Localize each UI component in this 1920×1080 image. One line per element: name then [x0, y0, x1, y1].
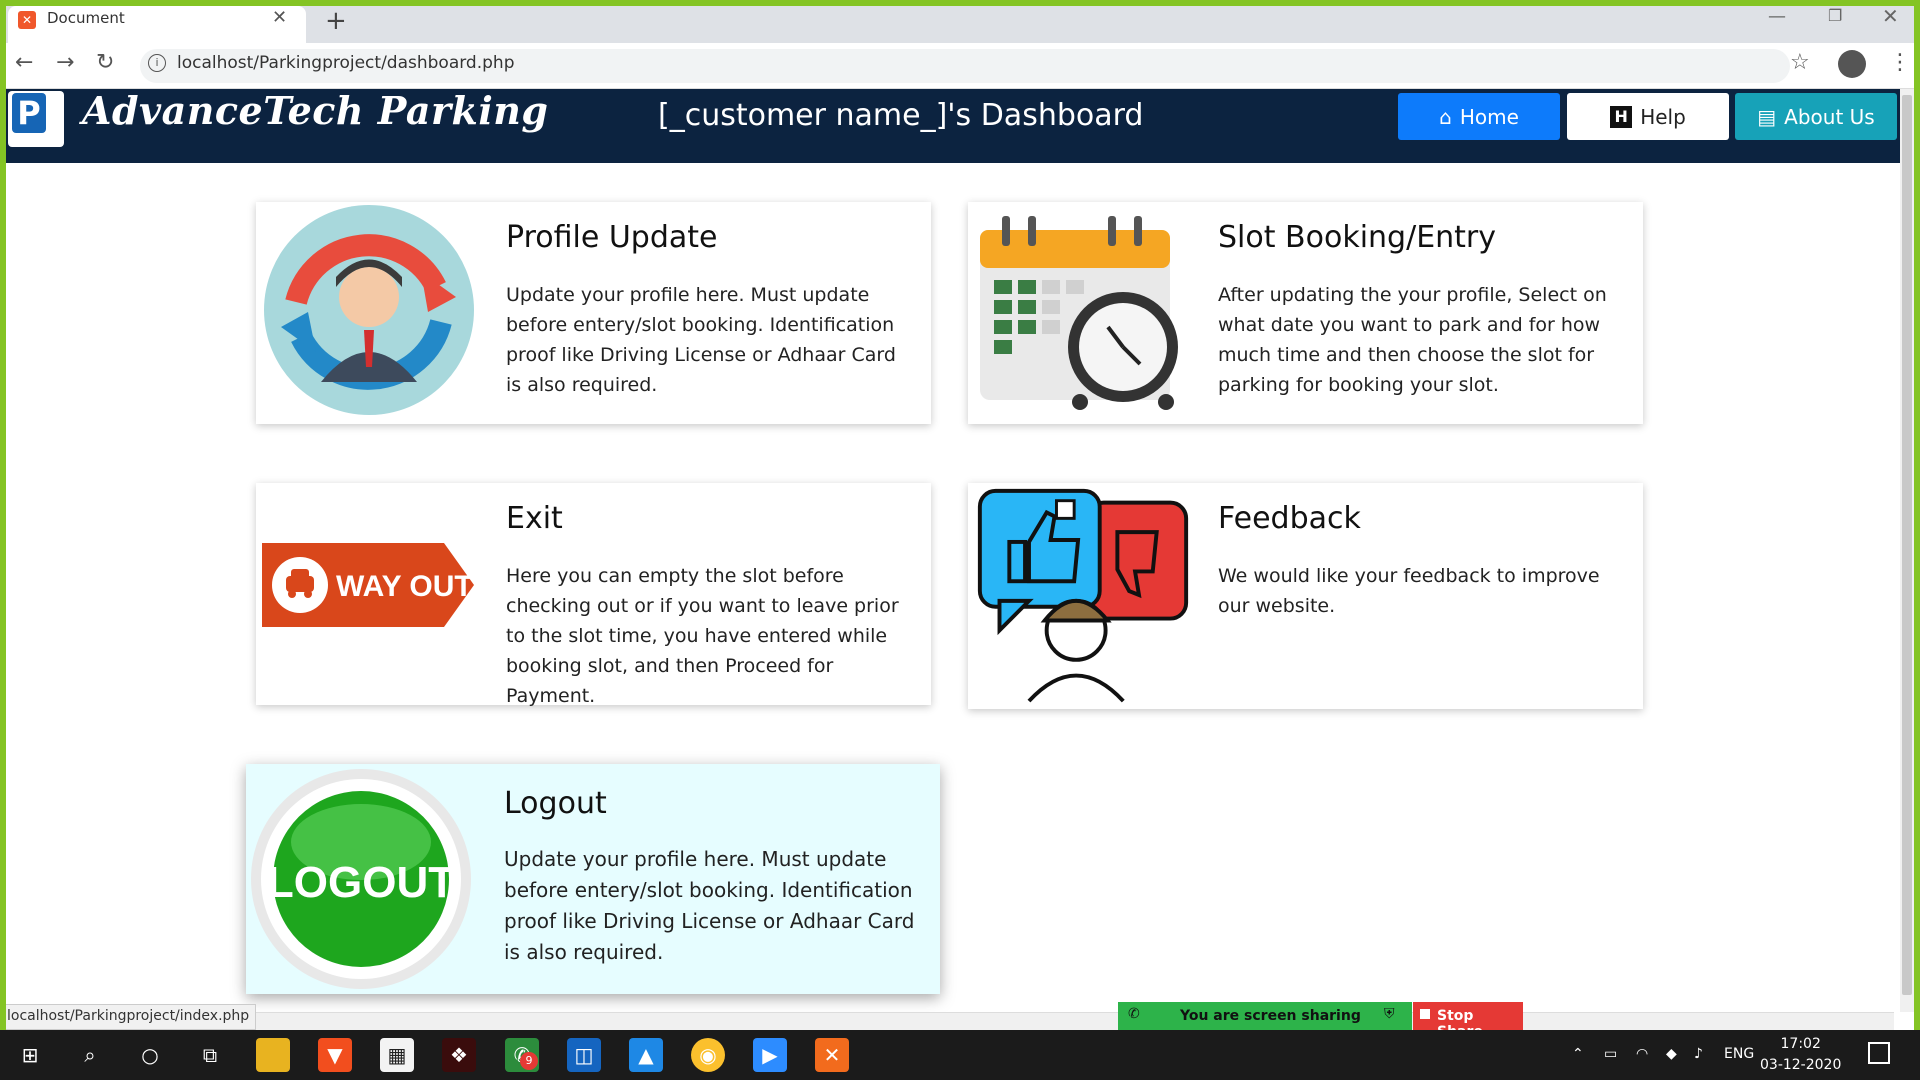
- horizontal-scrollbar[interactable]: [6, 1012, 1894, 1030]
- hyper-icon[interactable]: ◫: [567, 1038, 601, 1072]
- file-explorer-icon[interactable]: [256, 1038, 290, 1072]
- dropbox-icon[interactable]: ◆: [1666, 1046, 1677, 1062]
- profile-update-card[interactable]: Profile Update Update your profile here.…: [256, 202, 931, 424]
- home-icon: ⌂: [1439, 104, 1452, 129]
- menu-icon[interactable]: ⋮: [1889, 50, 1911, 75]
- slot-booking-card[interactable]: Slot Booking/Entry After updating the yo…: [968, 202, 1643, 424]
- card-title: Profile Update: [506, 220, 718, 255]
- profile-icon[interactable]: [1838, 50, 1866, 78]
- way-out-sign-image: WAY OUT: [262, 543, 474, 627]
- xampp-icon[interactable]: ✕: [815, 1038, 849, 1072]
- tab-close-icon[interactable]: ✕: [272, 7, 287, 28]
- new-tab-icon[interactable]: +: [325, 6, 347, 36]
- card-text: We would like your feedback to improve o…: [1218, 565, 1600, 617]
- minimize-icon[interactable]: —: [1768, 6, 1786, 27]
- volume-icon[interactable]: ♪: [1694, 1046, 1703, 1062]
- card-text: Update your profile here. Must update be…: [506, 284, 896, 396]
- system-clock[interactable]: 17:02 03-12-2020: [1760, 1034, 1841, 1076]
- photos-icon[interactable]: ▲: [629, 1038, 663, 1072]
- card-title: Slot Booking/Entry: [1218, 220, 1497, 255]
- tab-title: Document: [47, 9, 125, 27]
- screen-share-status: You are screen sharing: [1180, 1008, 1361, 1024]
- restore-icon[interactable]: ❐: [1828, 6, 1842, 25]
- forward-icon[interactable]: →: [56, 50, 74, 75]
- card-text: After updating the your profile, Select …: [1218, 284, 1607, 396]
- task-view-icon[interactable]: ⧉: [193, 1038, 227, 1072]
- language-indicator[interactable]: ENG: [1724, 1046, 1754, 1062]
- card-text: Update your profile here. Must update be…: [504, 847, 915, 964]
- page-title: [_customer name_]'s Dashboard: [658, 98, 1144, 133]
- id-card-icon: ▤: [1757, 104, 1777, 129]
- help-button[interactable]: H Help: [1567, 93, 1729, 140]
- about-label: About Us: [1784, 104, 1875, 129]
- tray-chevron-icon[interactable]: ⌃: [1572, 1046, 1584, 1062]
- cortana-icon[interactable]: ○: [133, 1038, 167, 1072]
- brand-name[interactable]: AdvanceTech Parking: [82, 88, 548, 133]
- url-text[interactable]: localhost/Parkingproject/dashboard.php: [177, 53, 515, 73]
- logout-image-text: LOGOUT: [267, 858, 455, 907]
- card-title: Logout: [504, 786, 607, 821]
- card-title: Feedback: [1218, 501, 1361, 536]
- way-out-text: WAY OUT: [336, 570, 473, 603]
- wifi-icon[interactable]: ◠: [1636, 1046, 1648, 1062]
- action-center-icon[interactable]: [1868, 1042, 1890, 1064]
- zoom-icon[interactable]: ▶: [753, 1038, 787, 1072]
- parking-p-icon: P: [12, 93, 46, 133]
- phone-icon: ✆: [1128, 1006, 1140, 1022]
- logout-button-image: LOGOUT: [251, 769, 471, 989]
- logout-card[interactable]: LOGOUT Logout Update your profile here. …: [246, 764, 940, 994]
- xampp-favicon-icon: ✕: [18, 11, 36, 29]
- home-button[interactable]: ⌂ Home: [1398, 93, 1560, 140]
- info-icon[interactable]: i: [148, 54, 166, 72]
- stop-icon: [1420, 1009, 1430, 1019]
- home-label: Home: [1459, 104, 1519, 129]
- reload-icon[interactable]: ↻: [96, 50, 114, 75]
- chrome-icon[interactable]: ◉: [691, 1038, 725, 1072]
- bookmark-star-icon[interactable]: ☆: [1790, 50, 1810, 75]
- shield-icon: ⛨: [1384, 1006, 1395, 1022]
- profile-update-image: [264, 205, 474, 415]
- brave-browser-icon[interactable]: ▼: [318, 1038, 352, 1072]
- card-title: Exit: [506, 501, 563, 536]
- status-link-preview: localhost/Parkingproject/index.php: [0, 1004, 257, 1030]
- about-us-button[interactable]: ▤ About Us: [1735, 93, 1897, 140]
- notification-badge: 9: [520, 1052, 538, 1070]
- store-icon[interactable]: ▦: [380, 1038, 414, 1072]
- help-label: Help: [1640, 104, 1686, 129]
- card-text: Here you can empty the slot before check…: [506, 565, 899, 707]
- predator-icon[interactable]: ❖: [442, 1038, 476, 1072]
- calendar-clock-image: [980, 216, 1178, 410]
- exit-card[interactable]: WAY OUT Exit Here you can empty the slot…: [256, 483, 931, 707]
- clock-date: 03-12-2020: [1760, 1057, 1842, 1073]
- help-icon: H: [1610, 105, 1633, 128]
- search-icon[interactable]: ⌕: [73, 1038, 107, 1072]
- feedback-image: [977, 488, 1189, 703]
- windows-start-icon[interactable]: ⊞: [13, 1038, 47, 1072]
- vertical-scrollbar-thumb[interactable]: [1902, 95, 1912, 995]
- feedback-card[interactable]: Feedback We would like your feedback to …: [968, 483, 1643, 709]
- window-close-icon[interactable]: ✕: [1882, 4, 1899, 28]
- back-icon[interactable]: ←: [15, 50, 33, 75]
- clock-time: 17:02: [1780, 1036, 1821, 1052]
- battery-icon[interactable]: ▭: [1604, 1046, 1617, 1062]
